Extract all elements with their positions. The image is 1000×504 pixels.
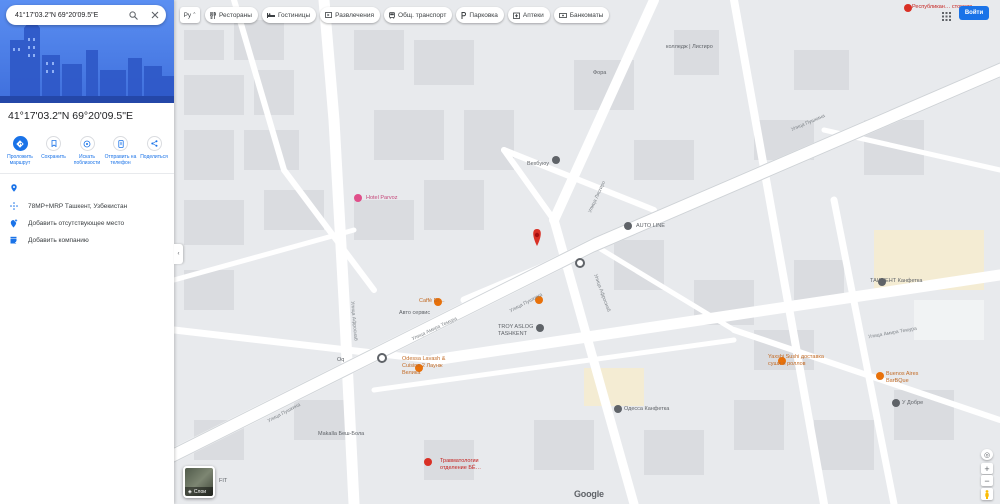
add-business-icon: [0, 236, 28, 244]
poi-yaxshi-sushi[interactable]: Yaxshi Sushi доставка суши и роллов: [768, 354, 824, 368]
restaurant-icon: [210, 11, 216, 19]
my-location-icon: ◎: [983, 451, 991, 459]
phone-icon: [117, 139, 124, 148]
street-view-pegman[interactable]: [981, 488, 993, 500]
bookmark-icon: [51, 140, 56, 147]
save-button[interactable]: Сохранить: [38, 136, 70, 166]
layers-icon: ◈: [188, 488, 192, 495]
side-panel: 41°17'03.2"N 69°20'09.5"E Проложить марш…: [0, 0, 174, 504]
search-box: [6, 5, 166, 25]
share-icon: [150, 140, 157, 147]
add-place-icon: [0, 218, 28, 228]
poi-hotel-parvoz[interactable]: Hotel Parvoz: [366, 195, 398, 201]
poi-oq[interactable]: Oq: [337, 357, 344, 363]
action-bar: Проложить маршрут Сохранить Искать побли…: [4, 136, 170, 166]
map-canvas[interactable]: [174, 0, 1000, 504]
poi-v-dobre[interactable]: У Добре: [902, 400, 923, 406]
share-button[interactable]: Поделиться: [138, 136, 170, 166]
chip-entertainment[interactable]: Развлечения: [320, 7, 381, 23]
entertainment-icon: [325, 12, 333, 18]
poi-tashkent-kanfetka[interactable]: ТАШКЕНТ Канфетка: [870, 278, 922, 284]
google-logo: Google: [574, 489, 604, 499]
minus-icon: −: [984, 475, 990, 486]
chip-atms[interactable]: Банкоматы: [553, 7, 610, 23]
my-location-button[interactable]: ◎: [981, 449, 993, 460]
plus-code-icon: [0, 202, 28, 210]
chip-parking[interactable]: Парковка: [456, 7, 504, 23]
info-row-add-place[interactable]: Добавить отсутствующее место: [0, 216, 174, 230]
directions-icon: [16, 139, 24, 148]
pegman-icon: [985, 489, 989, 499]
zoom-in-button[interactable]: +: [981, 463, 993, 474]
location-pin-icon: [0, 184, 28, 192]
atm-icon: [558, 12, 567, 18]
poi-kolleji[interactable]: колледж | Лисгиро: [666, 44, 713, 50]
search-icon[interactable]: [127, 9, 139, 21]
transit-icon: [389, 11, 395, 19]
poi-auto-line[interactable]: AUTO LINE: [636, 223, 665, 229]
nearby-icon: [83, 140, 91, 147]
directions-button[interactable]: Проложить маршрут: [4, 136, 36, 166]
poi-odessa[interactable]: Odessa Lavash & Cuisine 2 Лаунж Велика: [402, 356, 454, 377]
poi-fora[interactable]: Фора: [593, 70, 606, 76]
collapse-panel-button[interactable]: ‹: [174, 244, 183, 264]
language-menu-button[interactable]: Ру ⌃: [180, 7, 200, 23]
category-chips: Ру ⌃ Рестораны Гостиницы Развлечения Общ.…: [180, 7, 613, 23]
apps-grid-icon[interactable]: [942, 8, 951, 26]
location-marker-icon: [533, 229, 541, 246]
poi-odessa-kanfetka[interactable]: Одесса Канфетка: [624, 406, 669, 412]
zoom-out-button[interactable]: −: [981, 475, 993, 486]
pharmacy-icon: [512, 12, 520, 19]
map-roads: [174, 0, 1000, 504]
signin-button[interactable]: Войти: [959, 6, 989, 20]
chevron-left-icon: ‹: [177, 251, 180, 257]
divider: [0, 173, 174, 174]
poi-buenos[interactable]: Buenos Aires BarBQue: [886, 371, 938, 385]
poi-fit[interactable]: FIT: [219, 478, 227, 484]
close-icon[interactable]: [149, 9, 161, 21]
chip-pharmacies[interactable]: Аптеки: [507, 7, 550, 23]
place-title: 41°17'03.2"N 69°20'09.5"E: [8, 110, 133, 122]
parking-icon: [461, 11, 467, 19]
hotel-icon: [266, 12, 275, 18]
poi-troy[interactable]: TROY ASLOG TASHKENT: [498, 324, 538, 338]
layers-button[interactable]: ◈ Слои: [183, 466, 215, 498]
nearby-button[interactable]: Искать поблизости: [71, 136, 103, 166]
poi-caffe[interactable]: Caffè Dr…: [419, 298, 445, 304]
info-row-address[interactable]: [0, 181, 174, 195]
plus-icon: +: [984, 463, 990, 474]
chip-hotels[interactable]: Гостиницы: [261, 7, 317, 23]
search-input[interactable]: [15, 11, 123, 19]
chip-transit[interactable]: Общ. транспорт: [384, 7, 453, 23]
poi-travma[interactable]: Травматологии отделение БЁ…: [440, 458, 492, 472]
info-row-plus-code[interactable]: 78MP+MRP Ташкент, Узбекистан: [0, 199, 174, 213]
send-to-phone-button[interactable]: Отправить на телефон: [105, 136, 137, 166]
chip-restaurants[interactable]: Рестораны: [205, 7, 258, 23]
poi-vehbuyu[interactable]: Вехбуюу: [527, 161, 549, 167]
info-row-add-business[interactable]: Добавить компанию: [0, 233, 174, 247]
poi-makalla[interactable]: Makalla Беш-Бола: [318, 431, 364, 437]
poi-auto-service[interactable]: Авто сервис: [399, 310, 430, 316]
